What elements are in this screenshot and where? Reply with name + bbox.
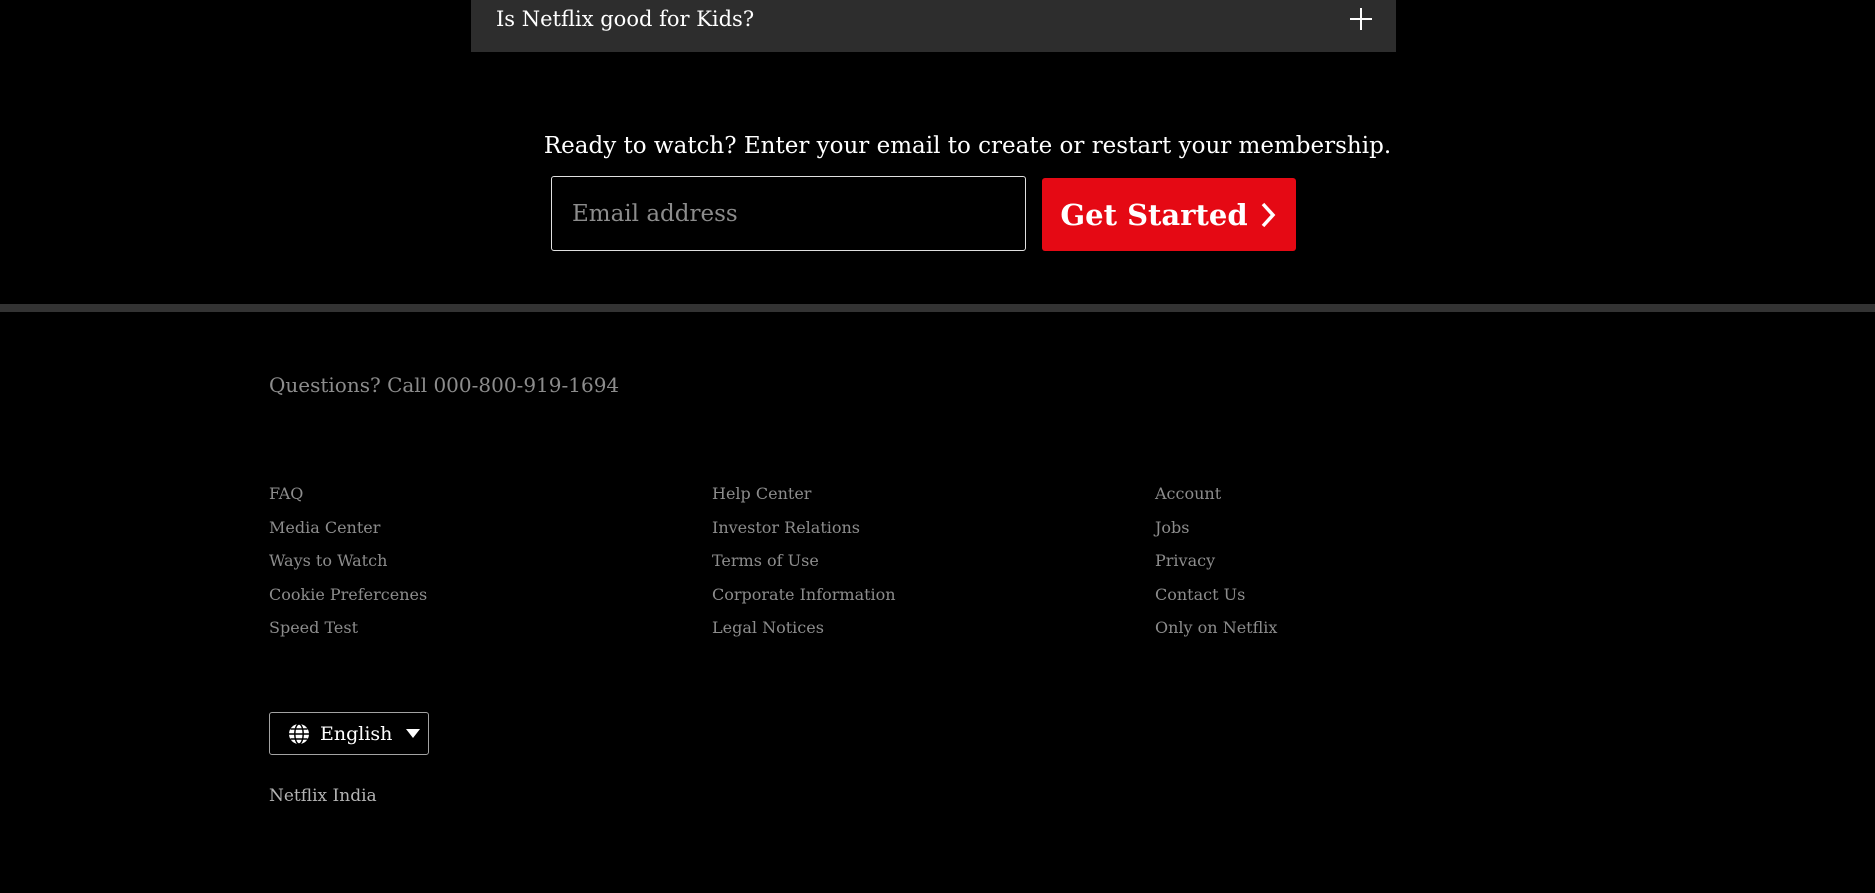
- footer-link-legal-notices[interactable]: Legal Notices: [712, 611, 896, 645]
- footer-link-account[interactable]: Account: [1155, 477, 1277, 511]
- chevron-right-icon: [1261, 202, 1275, 227]
- footer-country: Netflix India: [269, 786, 377, 806]
- footer-link-terms-of-use[interactable]: Terms of Use: [712, 544, 896, 578]
- globe-icon: [289, 722, 309, 745]
- footer-link-corporate-information[interactable]: Corporate Information: [712, 578, 896, 612]
- language-selected-value: English: [320, 722, 393, 745]
- footer-link-help-center[interactable]: Help Center: [712, 477, 896, 511]
- footer-link-only-on-netflix[interactable]: Only on Netflix: [1155, 611, 1277, 645]
- footer-link-ways-to-watch[interactable]: Ways to Watch: [269, 544, 427, 578]
- get-started-label: Get Started: [1060, 197, 1248, 232]
- signup-prompt: Ready to watch? Enter your email to crea…: [543, 133, 1392, 159]
- footer-link-faq[interactable]: FAQ: [269, 477, 427, 511]
- caret-down-icon: [406, 729, 421, 738]
- footer-link-contact-us[interactable]: Contact Us: [1155, 578, 1277, 612]
- section-divider: [0, 304, 1875, 312]
- footer-column-3: Account Jobs Privacy Contact Us Only on …: [1155, 477, 1277, 645]
- footer-link-privacy[interactable]: Privacy: [1155, 544, 1277, 578]
- footer-link-investor-relations[interactable]: Investor Relations: [712, 511, 896, 545]
- footer-phone[interactable]: Questions? Call 000-800-919-1694: [269, 373, 619, 397]
- faq-item[interactable]: Is Netflix good for Kids?: [471, 0, 1396, 52]
- footer-column-2: Help Center Investor Relations Terms of …: [712, 477, 896, 645]
- language-select[interactable]: English: [269, 712, 429, 755]
- email-input[interactable]: [551, 176, 1026, 251]
- footer-link-jobs[interactable]: Jobs: [1155, 511, 1277, 545]
- faq-question: Is Netflix good for Kids?: [496, 7, 755, 31]
- get-started-button[interactable]: Get Started: [1042, 178, 1296, 251]
- footer-link-cookie-preferences[interactable]: Cookie Prefercenes: [269, 578, 427, 612]
- footer-column-1: FAQ Media Center Ways to Watch Cookie Pr…: [269, 477, 427, 645]
- plus-icon[interactable]: [1348, 6, 1374, 32]
- footer-link-media-center[interactable]: Media Center: [269, 511, 427, 545]
- footer-link-speed-test[interactable]: Speed Test: [269, 611, 427, 645]
